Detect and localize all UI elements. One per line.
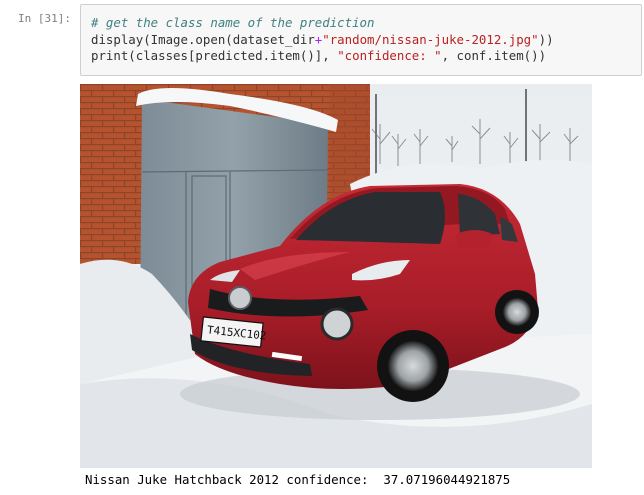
- notebook-cell: In [31]: # get the class name of the pre…: [0, 0, 644, 495]
- code-input-area[interactable]: # get the class name of the prediction d…: [80, 4, 642, 76]
- code-line-3: print(classes[predicted.item()], "confid…: [91, 48, 641, 65]
- input-prompt: In [31]:: [18, 12, 71, 25]
- code-token: display(Image.open(dataset_dir: [91, 31, 315, 47]
- rear-wheel-rim: [503, 298, 531, 326]
- code-token: , conf.item()): [441, 48, 547, 63]
- fog-light: [320, 307, 354, 341]
- code-string: "confidence: ": [337, 48, 442, 63]
- front-wheel-rim: [388, 341, 438, 391]
- code-token: print(classes[predicted.item()],: [91, 48, 338, 63]
- code-string: "random/nissan-juke-2012.jpg": [322, 31, 539, 47]
- code-line-1: # get the class name of the prediction: [91, 15, 641, 32]
- code-line-2: display(Image.open(dataset_dir+"random/n…: [91, 32, 641, 49]
- logo: [228, 286, 252, 310]
- code-comment: # get the class name of the prediction: [91, 15, 375, 30]
- car-photo: Т415ХС102: [80, 84, 592, 468]
- prediction-output: Nissan Juke Hatchback 2012 confidence: 3…: [85, 472, 511, 487]
- code-token: )): [538, 31, 554, 47]
- side-mirror: [456, 230, 492, 248]
- output-image: Т415ХС102: [80, 84, 592, 468]
